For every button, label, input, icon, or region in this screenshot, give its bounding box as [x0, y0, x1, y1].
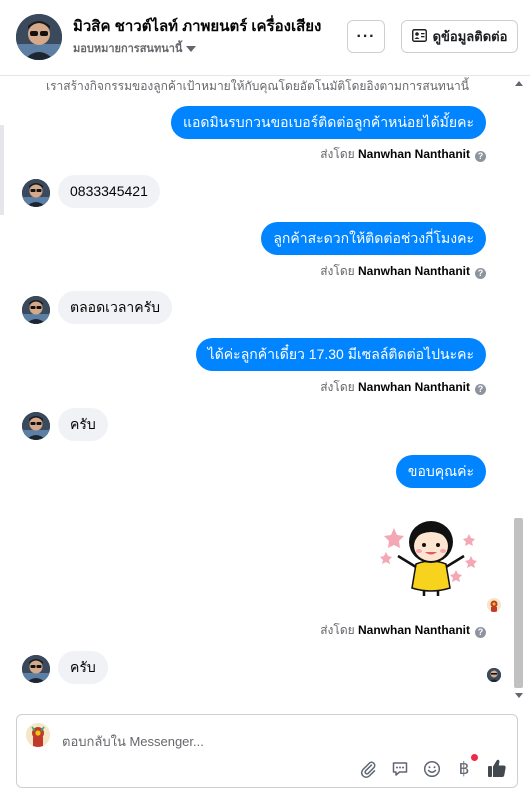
message-thread[interactable]: เราสร้างกิจกรรมของลูกค้าเป้าหมายให้กับคุ…	[0, 77, 530, 702]
customer-avatar[interactable]	[22, 412, 50, 440]
emoji-smiley-icon[interactable]	[422, 759, 442, 779]
reply-input[interactable]: ตอบกลับใน Messenger...	[62, 731, 204, 752]
customer-avatar[interactable]	[22, 179, 50, 207]
my-page-avatar	[26, 723, 50, 747]
outgoing-message[interactable]: ลูกค้าสะดวกให้ติดต่อช่วงกี่โมงคะ	[261, 222, 486, 255]
like-thumbs-up-icon[interactable]	[486, 757, 508, 779]
sent-by-prefix: ส่งโดย	[320, 147, 355, 161]
more-options-button[interactable]: ···	[347, 20, 385, 53]
attachment-paperclip-icon[interactable]	[358, 759, 378, 779]
incoming-message[interactable]: ตลอดเวลาครับ	[58, 291, 173, 324]
sent-by-label: ส่งโดย Nanwhan Nanthanit?	[320, 145, 486, 164]
payment-baht-icon[interactable]: ฿	[454, 759, 474, 779]
more-options-label: ···	[356, 27, 376, 45]
assign-conversation-dropdown[interactable]: มอบหมายการสนทนานี้	[73, 39, 197, 57]
sent-by-prefix: ส่งโดย	[320, 623, 355, 637]
incoming-message[interactable]: ครับ	[58, 408, 108, 441]
sent-by-prefix: ส่งโดย	[320, 380, 355, 394]
girl-sticker-image[interactable]	[376, 512, 486, 597]
outgoing-message[interactable]: แอดมินรบกวนขอเบอร์ติดต่อลูกค้าหน่อยได้มั…	[170, 106, 486, 139]
chevron-down-icon	[186, 46, 197, 53]
contact-card-icon	[411, 28, 427, 45]
scroll-down-arrow-icon[interactable]	[515, 693, 523, 698]
sent-by-label: ส่งโดย Nanwhan Nanthanit?	[320, 262, 486, 281]
help-icon[interactable]: ?	[475, 151, 486, 162]
incoming-message[interactable]: 0833345421	[58, 175, 160, 208]
scrollbar-thumb[interactable]	[514, 518, 523, 688]
customer-avatar[interactable]	[22, 655, 50, 683]
help-icon[interactable]: ?	[475, 627, 486, 638]
sent-by-label: ส่งโดย Nanwhan Nanthanit?	[320, 621, 486, 640]
sender-name[interactable]: Nanwhan Nanthanit	[358, 380, 470, 394]
lead-activity-notice: เราสร้างกิจกรรมของลูกค้าเป้าหมายให้กับคุ…	[46, 79, 469, 93]
conversation-header: มิวสิค ชาวต์ไลท์ ภาพยนตร์ เครื่องเสียง ม…	[0, 0, 530, 76]
thread-scrollbar[interactable]	[513, 77, 525, 702]
incoming-message[interactable]: ครับ	[58, 651, 108, 684]
outgoing-message[interactable]: ขอบคุณค่ะ	[395, 455, 486, 488]
customer-avatar[interactable]	[22, 296, 50, 324]
scroll-up-arrow-icon[interactable]	[515, 81, 523, 86]
sender-name[interactable]: Nanwhan Nanthanit	[358, 623, 470, 637]
assign-conversation-label: มอบหมายการสนทนานี้	[73, 43, 183, 55]
outgoing-message[interactable]: ได้ค่ะลูกค้าเดี๋ยว 17.30 มีเซลล์ติดต่อไป…	[195, 338, 486, 371]
sent-by-prefix: ส่งโดย	[320, 264, 355, 278]
help-icon[interactable]: ?	[475, 268, 486, 279]
seen-receipt-avatar	[487, 598, 501, 612]
sender-name[interactable]: Nanwhan Nanthanit	[358, 147, 470, 161]
view-contact-info-label: ดูข้อมูลติดต่อ	[432, 29, 508, 44]
page-avatar[interactable]	[16, 14, 62, 60]
notification-dot	[471, 754, 478, 761]
saved-replies-icon[interactable]	[390, 759, 410, 779]
seen-receipt-avatar	[487, 668, 501, 682]
help-icon[interactable]: ?	[475, 384, 486, 395]
page-title: มิวสิค ชาวต์ไลท์ ภาพยนตร์ เครื่องเสียง	[73, 18, 322, 35]
sender-name[interactable]: Nanwhan Nanthanit	[358, 264, 470, 278]
reply-composer[interactable]: ตอบกลับใน Messenger... ฿	[16, 714, 518, 788]
view-contact-info-button[interactable]: ดูข้อมูลติดต่อ	[401, 20, 518, 53]
panel-edge	[0, 125, 4, 215]
sent-by-label: ส่งโดย Nanwhan Nanthanit?	[320, 378, 486, 397]
